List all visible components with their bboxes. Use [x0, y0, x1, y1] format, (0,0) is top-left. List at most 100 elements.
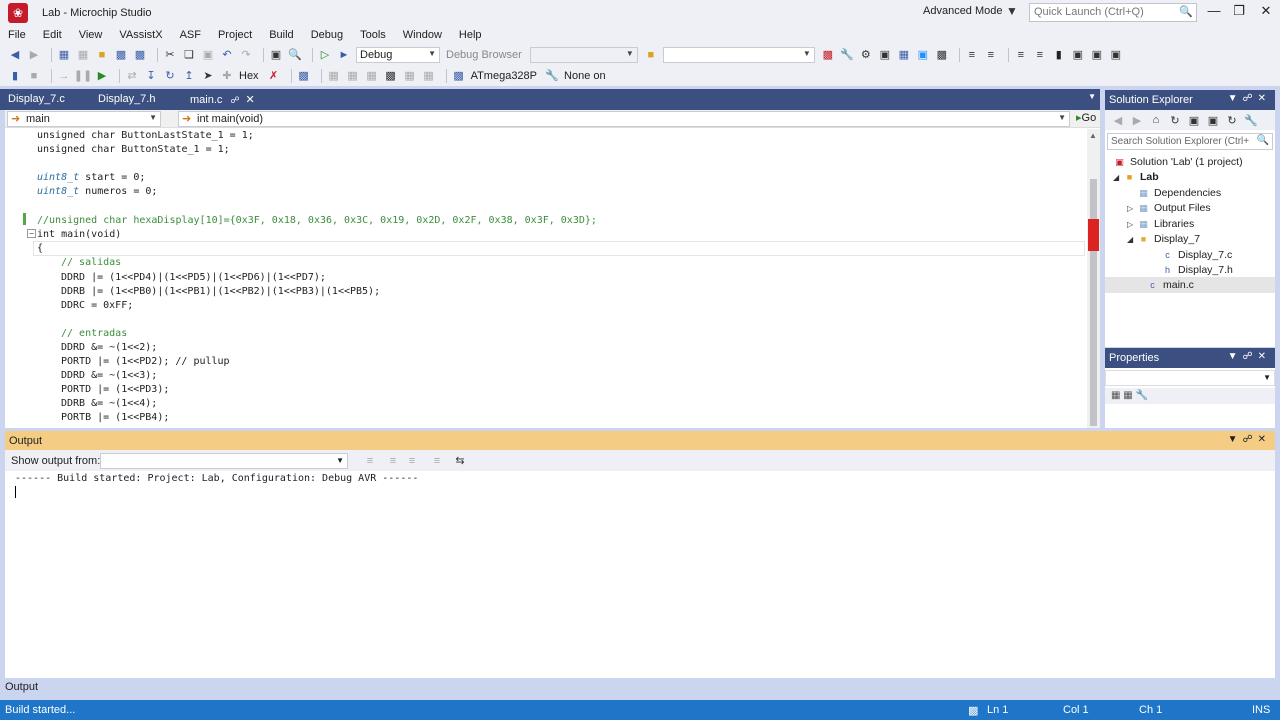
menu-project[interactable]: Project	[218, 29, 252, 41]
tree-libraries[interactable]: ▷ ▦ Libraries	[1127, 216, 1194, 232]
restore-icon[interactable]: ❐	[1229, 3, 1249, 19]
properties-object-select[interactable]: ▼	[1105, 370, 1275, 386]
run-to-cursor-icon[interactable]: ➤	[201, 69, 215, 83]
scrollbar-thumb[interactable]	[1090, 179, 1097, 426]
build-icon[interactable]: ▩	[821, 48, 835, 62]
bookmark-prev-icon[interactable]: ▣	[1071, 48, 1085, 62]
window-icon[interactable]: ▣	[916, 48, 930, 62]
refresh-icon[interactable]: ↻	[1225, 113, 1239, 127]
settings-icon[interactable]: ⚙	[859, 48, 873, 62]
find-icon[interactable]: 🔍	[288, 48, 302, 62]
comment-icon[interactable]: ≡	[1014, 48, 1028, 62]
menu-view[interactable]: View	[79, 29, 103, 41]
show-all-files-icon[interactable]: ▣	[1206, 113, 1220, 127]
home-icon[interactable]: ⌂	[1149, 113, 1163, 127]
tree-display-7-h[interactable]: h Display_7.h	[1161, 262, 1233, 278]
tree-project-lab[interactable]: ◢ ■ Lab	[1113, 169, 1159, 185]
back-icon[interactable]: ◀	[1111, 113, 1125, 127]
forward-icon[interactable]: ▶	[1130, 113, 1144, 127]
panel-controls[interactable]: ▼☍✕	[1228, 351, 1271, 362]
editor-scrollbar[interactable]: ▲	[1087, 129, 1100, 428]
reset-icon[interactable]: ✚	[220, 69, 234, 83]
panel-controls[interactable]: ▼☍✕	[1228, 93, 1271, 104]
tool-icon[interactable]: 🔧	[545, 69, 559, 83]
disassembly-icon[interactable]: ▦	[327, 69, 341, 83]
tab-display-7-c[interactable]: Display_7.c	[0, 89, 90, 110]
tree-dependencies[interactable]: ▦ Dependencies	[1137, 185, 1221, 201]
solution-search-input[interactable]: Search Solution Explorer (Ctrl+ 🔍	[1107, 133, 1273, 150]
new-project-icon[interactable]: ▦	[57, 48, 71, 62]
platform-select[interactable]: ▼	[529, 46, 638, 63]
step-over-icon[interactable]: ↻	[163, 69, 177, 83]
step-into-icon[interactable]: ↧	[144, 69, 158, 83]
uncomment-icon[interactable]: ≡	[1033, 48, 1047, 62]
properties-icon[interactable]: 🔧	[1244, 113, 1258, 127]
step-out-icon[interactable]: ↥	[182, 69, 196, 83]
menu-help[interactable]: Help	[459, 29, 482, 41]
show-next-statement-icon[interactable]: ⇄	[125, 69, 139, 83]
copy-icon[interactable]: ❏	[182, 48, 196, 62]
start-debugging-icon[interactable]: ►	[337, 48, 351, 62]
go-to-next-icon[interactable]: ≡	[386, 454, 400, 468]
tree-display-7-c[interactable]: c Display_7.c	[1161, 247, 1232, 263]
memory-icon[interactable]: ▦	[897, 48, 911, 62]
bookmark-clear-icon[interactable]: ▣	[1109, 48, 1123, 62]
bookmark-icon[interactable]: ▮	[1052, 48, 1066, 62]
paste-icon[interactable]: ▣	[201, 48, 215, 62]
find-combo[interactable]: ▼	[662, 46, 815, 63]
device-selection[interactable]: ATmega328P	[471, 70, 537, 82]
advanced-mode-label[interactable]: Advanced Mode	[923, 5, 1003, 17]
outdent-icon[interactable]: ≡	[984, 48, 998, 62]
sync-icon[interactable]: ↻	[1168, 113, 1182, 127]
registers-icon[interactable]: ▦	[346, 69, 360, 83]
start-without-debugging-icon[interactable]: ▷	[318, 48, 332, 62]
collapsed-icon[interactable]: ▷	[1127, 204, 1137, 213]
scroll-up-icon[interactable]: ▲	[1089, 131, 1097, 140]
hex-toggle[interactable]: Hex	[239, 70, 259, 82]
close-icon[interactable]: ✕	[1256, 3, 1276, 19]
toggle-word-wrap-icon[interactable]: ⇆	[453, 454, 467, 468]
menu-tools[interactable]: Tools	[360, 29, 386, 41]
io-view-icon[interactable]: ▦	[365, 69, 379, 83]
bookmark-next-icon[interactable]: ▣	[1090, 48, 1104, 62]
device-programming-icon[interactable]: ▣	[269, 48, 283, 62]
indent-icon[interactable]: ≡	[965, 48, 979, 62]
navigate-icon[interactable]: ■	[644, 48, 658, 62]
menu-build[interactable]: Build	[269, 29, 293, 41]
step-icon[interactable]: →	[57, 69, 71, 83]
quick-launch-input[interactable]: Quick Launch (Ctrl+Q) 🔍	[1029, 3, 1197, 22]
forward-icon[interactable]: ▶	[27, 48, 41, 62]
clear-breakpoints-icon[interactable]: ✗	[267, 69, 281, 83]
tab-main-c[interactable]: main.c ☍ ✕	[182, 89, 258, 110]
tree-output-files[interactable]: ▷ ▦ Output Files	[1127, 200, 1211, 216]
menu-asf[interactable]: ASF	[180, 29, 201, 41]
save-icon[interactable]: ▩	[114, 48, 128, 62]
collapse-icon[interactable]: −	[27, 229, 36, 238]
menu-debug[interactable]: Debug	[311, 29, 343, 41]
publish-icon[interactable]: ▩	[968, 704, 978, 717]
debug-browser-button[interactable]: Debug Browser	[446, 49, 522, 61]
tree-solution[interactable]: ▣ Solution 'Lab' (1 project)	[1113, 154, 1242, 170]
go-button[interactable]: ▸Go	[1076, 111, 1096, 124]
back-icon[interactable]: ◀	[8, 48, 22, 62]
menu-window[interactable]: Window	[403, 29, 442, 41]
minimize-icon[interactable]: —	[1204, 3, 1224, 18]
save-all-icon[interactable]: ▩	[133, 48, 147, 62]
code-area[interactable]: − unsigned char ButtonLastState_1 = 1; u…	[5, 129, 1085, 428]
add-item-icon[interactable]: ▦	[76, 48, 90, 62]
menu-file[interactable]: File	[8, 29, 26, 41]
wrench-icon[interactable]: 🔧	[840, 48, 854, 62]
member-select[interactable]: ➜ int main(void) ▼	[178, 111, 1070, 127]
continue-icon[interactable]: ▶	[95, 69, 109, 83]
cut-icon[interactable]: ✂	[163, 48, 177, 62]
collapsed-icon[interactable]: ▷	[1127, 220, 1137, 229]
windows-icon[interactable]: ▩	[297, 69, 311, 83]
stop-debugging-icon[interactable]: ■	[27, 69, 41, 83]
watch-icon[interactable]: ▦	[403, 69, 417, 83]
break-all-icon[interactable]: ▮	[8, 69, 22, 83]
categorized-icon[interactable]: ▦	[1111, 390, 1120, 401]
pause-icon[interactable]: ❚❚	[74, 69, 92, 83]
expanded-icon[interactable]: ◢	[1127, 235, 1137, 244]
processor-icon[interactable]: ▦	[422, 69, 436, 83]
tool-selection[interactable]: None on	[564, 70, 606, 82]
